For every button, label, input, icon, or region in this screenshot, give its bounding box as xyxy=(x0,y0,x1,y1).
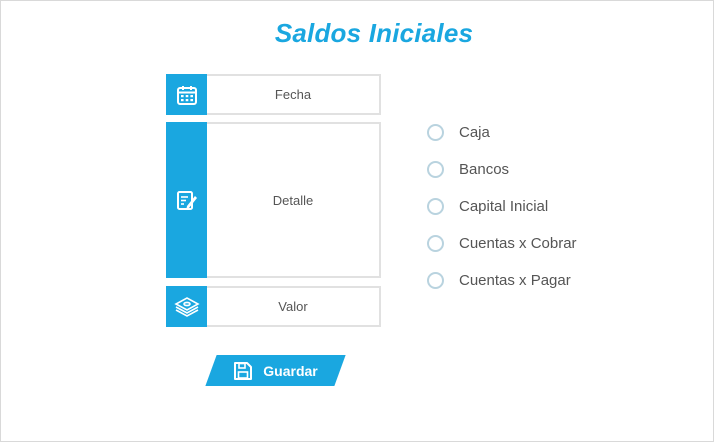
radio-label: Bancos xyxy=(459,161,510,178)
save-button[interactable]: Guardar xyxy=(205,355,346,386)
save-label: Guardar xyxy=(263,362,318,379)
radio-caja[interactable]: Caja xyxy=(427,114,577,151)
detalle-field[interactable]: Detalle xyxy=(166,122,381,278)
page-title: Saldos Iniciales xyxy=(274,18,474,48)
radio-circle[interactable] xyxy=(427,235,444,252)
radio-label: Cuentas x Pagar xyxy=(459,272,571,289)
radio-capital-inicial[interactable]: Capital Inicial xyxy=(427,188,577,225)
radio-label: Caja xyxy=(459,124,490,141)
radio-circle[interactable] xyxy=(427,161,444,178)
radio-cuentas-x-cobrar[interactable]: Cuentas x Cobrar xyxy=(427,225,577,262)
radio-circle[interactable] xyxy=(427,198,444,215)
fecha-label: Fecha xyxy=(274,87,312,102)
form-panel: Saldos Iniciales Fecha Detalle Valor Caj… xyxy=(0,0,714,442)
radio-circle[interactable] xyxy=(427,272,444,289)
valor-label: Valor xyxy=(278,299,308,314)
money-stack-icon xyxy=(166,286,207,327)
calendar-icon xyxy=(166,74,207,115)
radio-label: Capital Inicial xyxy=(459,198,549,215)
detalle-label: Detalle xyxy=(272,192,314,208)
fecha-field[interactable]: Fecha xyxy=(166,74,381,115)
radio-label: Cuentas x Cobrar xyxy=(459,235,577,252)
floppy-disk-icon xyxy=(234,361,253,380)
edit-note-icon xyxy=(166,122,207,278)
radio-bancos[interactable]: Bancos xyxy=(427,151,577,188)
account-type-options: Caja Bancos Capital Inicial Cuentas x Co… xyxy=(427,114,577,299)
radio-circle[interactable] xyxy=(427,124,444,141)
valor-field[interactable]: Valor xyxy=(166,286,381,327)
radio-cuentas-x-pagar[interactable]: Cuentas x Pagar xyxy=(427,262,577,299)
